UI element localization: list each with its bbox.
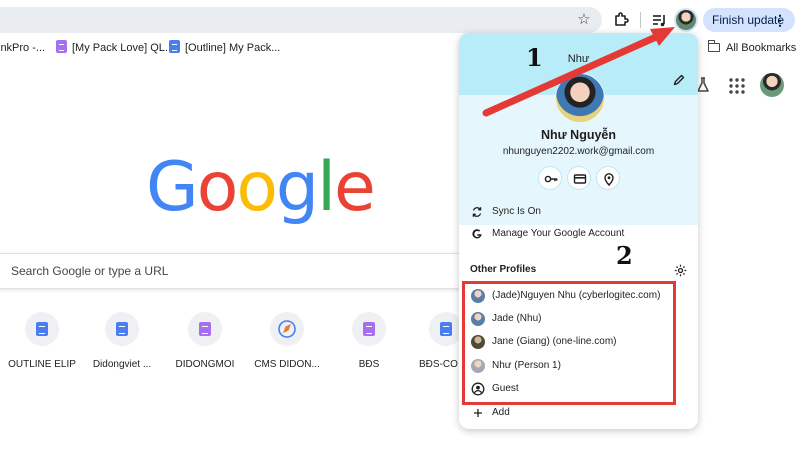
bookmark-label: [Outline] My Pack...: [185, 42, 281, 54]
shortcut-tile[interactable]: OUTLINE ELIP: [0, 312, 84, 370]
all-bookmarks-label: All Bookmarks: [726, 42, 797, 54]
google-apps-icon[interactable]: [728, 77, 746, 95]
shortcut-tile[interactable]: CMS DIDON...: [245, 312, 329, 370]
shortcut-icon-bubble: [105, 312, 139, 346]
addresses-button[interactable]: [596, 166, 620, 190]
bookmark-item[interactable]: [My Pack Love] QL...: [56, 40, 174, 56]
shortcut-icon-bubble: [352, 312, 386, 346]
purple-doc-icon: [363, 322, 375, 336]
plus-icon: [474, 409, 482, 417]
shortcut-label: DIDONGMOI: [175, 359, 235, 370]
shortcut-icon-bubble: [429, 312, 463, 346]
shortcut-label: Didongviet ...: [92, 359, 152, 370]
shortcut-label: OUTLINE ELIP: [8, 359, 76, 370]
address-bar[interactable]: [0, 7, 602, 33]
blue-doc-icon: [169, 40, 180, 53]
bookmark-star-icon[interactable]: ☆: [574, 10, 594, 30]
search-placeholder: Search Google or type a URL: [11, 264, 169, 278]
gear-icon[interactable]: [674, 264, 687, 277]
profile-photo: [555, 73, 605, 123]
google-logo: Google: [146, 148, 376, 228]
toolbar-divider: [640, 12, 641, 28]
all-bookmarks-button[interactable]: All Bookmarks: [708, 40, 796, 56]
blue-doc-icon: [440, 322, 452, 336]
profile-avatar-button[interactable]: [674, 8, 698, 32]
edit-pencil-icon[interactable]: [672, 73, 686, 87]
shortcut-label: CMS DIDON...: [254, 359, 320, 370]
other-profiles-heading: Other Profiles: [470, 264, 537, 275]
extensions-icon[interactable]: [610, 9, 632, 31]
folder-icon: [708, 40, 720, 52]
bookmark-label: inkPro -...: [0, 42, 46, 54]
logo-letter: e: [334, 148, 376, 227]
finish-update-button[interactable]: Finish update ⋮: [703, 8, 795, 32]
bookmark-label: [My Pack Love] QL...: [72, 42, 175, 54]
bookmark-item[interactable]: inkPro -...: [0, 40, 45, 56]
profile-header-name: Như: [567, 53, 590, 65]
logo-letter: o: [196, 148, 239, 227]
blue-doc-icon: [36, 322, 48, 336]
location-icon: [604, 173, 614, 186]
card-icon: [573, 174, 587, 184]
shortcut-tile[interactable]: BĐS-CO: [404, 312, 463, 370]
payment-methods-button[interactable]: [567, 166, 591, 190]
logo-letter: g: [275, 148, 319, 227]
blue-doc-icon: [116, 322, 128, 336]
step-number-1: 1: [526, 43, 543, 72]
google-g-icon: [472, 229, 482, 239]
logo-letter: l: [317, 148, 336, 227]
shortcut-label: BĐS: [358, 359, 380, 370]
sync-icon: [472, 207, 482, 217]
shortcut-icon-bubble: [25, 312, 59, 346]
shortcut-icon-bubble: [270, 312, 304, 346]
profile-email: nhunguyen2202.work@gmail.com: [502, 146, 655, 157]
purple-doc-icon: [199, 322, 211, 336]
bookmark-item[interactable]: [Outline] My Pack...: [169, 40, 280, 56]
kebab-menu-icon: ⋮: [773, 12, 787, 28]
sync-row[interactable]: Sync Is On: [459, 201, 698, 223]
profile-full-name: Như Nguyễn: [540, 128, 617, 142]
account-avatar[interactable]: [760, 73, 784, 97]
purple-doc-icon: [56, 40, 67, 53]
step-number-2: 2: [616, 241, 633, 270]
shortcut-tile[interactable]: DIDONGMOI: [163, 312, 247, 370]
sync-label: Sync Is On: [492, 206, 541, 217]
logo-letter: G: [146, 148, 199, 227]
manage-account-label: Manage Your Google Account: [492, 228, 625, 239]
shortcut-tile[interactable]: Didongviet ...: [80, 312, 164, 370]
highlight-box: [462, 281, 676, 405]
add-label: Add: [492, 407, 510, 418]
add-profile-row[interactable]: Add: [459, 402, 698, 424]
shortcut-tile[interactable]: BĐS: [327, 312, 411, 370]
media-controls-icon[interactable]: [648, 9, 670, 31]
shortcut-label: BĐS-CO: [419, 359, 458, 370]
passwords-button[interactable]: [538, 166, 562, 190]
logo-letter: o: [236, 148, 278, 227]
manage-account-row[interactable]: Manage Your Google Account: [459, 223, 698, 245]
key-icon: [544, 175, 558, 183]
compass-icon: [278, 320, 296, 338]
avatar: [676, 10, 696, 30]
shortcut-icon-bubble: [188, 312, 222, 346]
